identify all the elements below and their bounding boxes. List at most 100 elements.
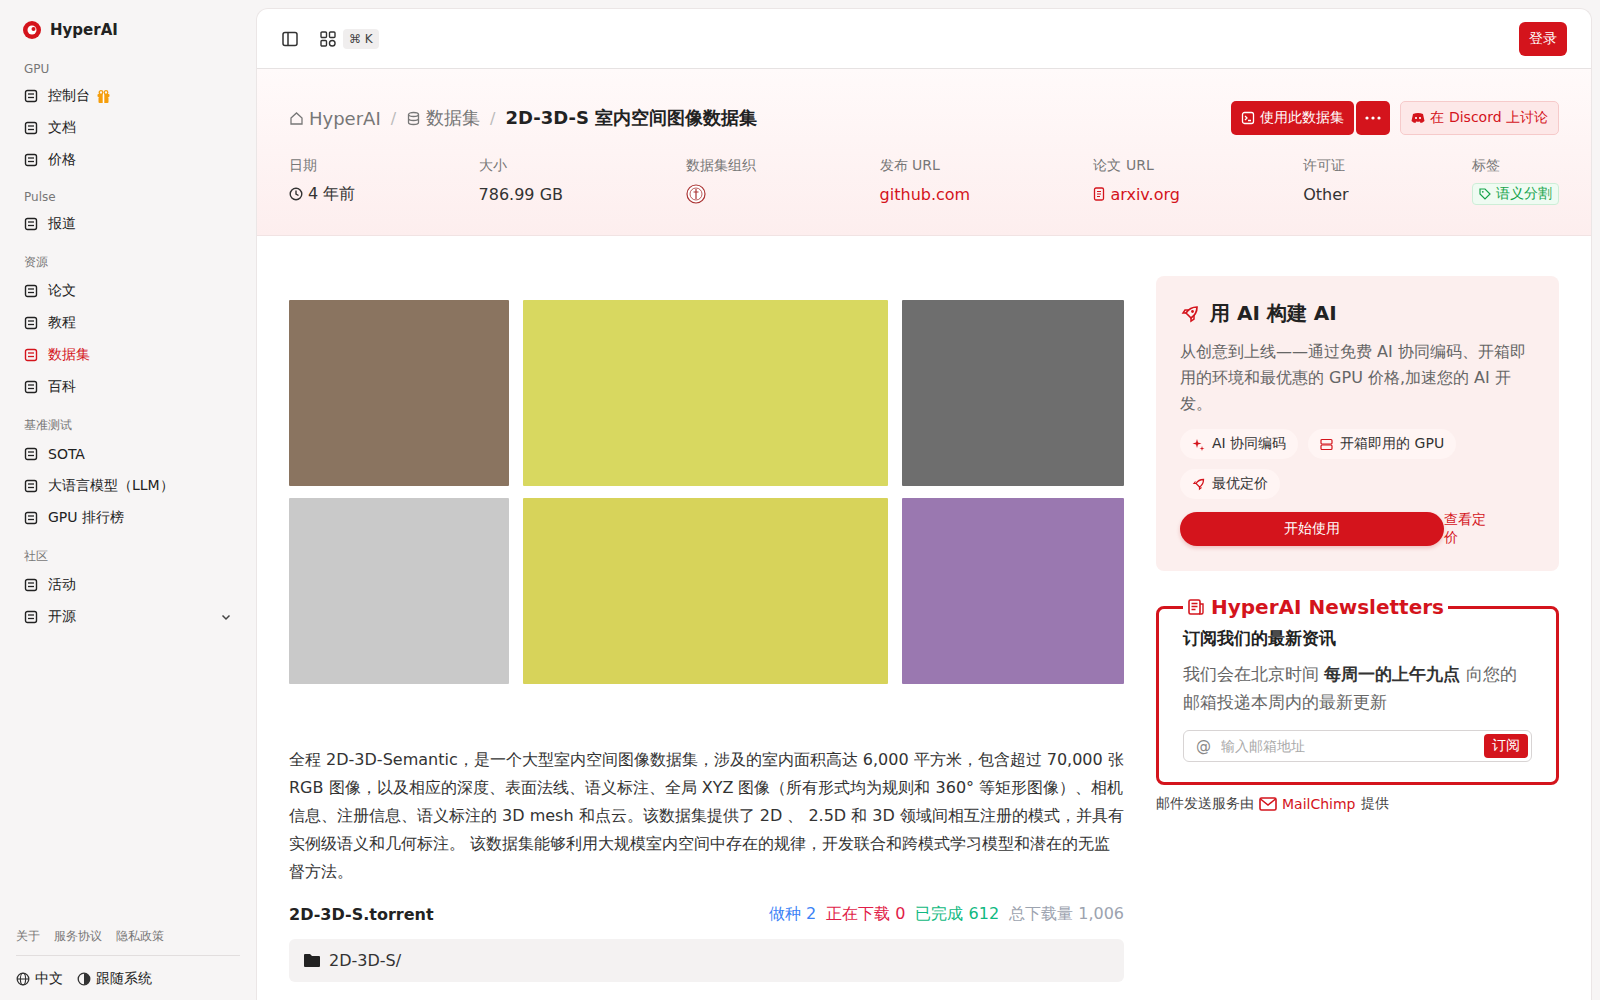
sidebar-nav: GPU控制台文档价格 Pulse报道资源论文教程数据集百科基准测试SOTA大语言模…: [16, 56, 240, 928]
meta-item: 许可证Other: [1303, 157, 1348, 205]
torrent-name[interactable]: 2D-3D-S.torrent: [289, 905, 434, 924]
page-icon: [24, 380, 38, 394]
main-panel: ⌘ K 登录 HyperAI / 数据集 / 2D-3D-S 室内空间图像数据集 使用…: [256, 8, 1592, 1000]
document-icon: [1093, 187, 1105, 201]
globe-icon: [16, 972, 30, 986]
meta-item: 日期4 年前: [289, 157, 355, 205]
meta-item: 标签 语义分割: [1472, 157, 1559, 205]
meta-item: 大小786.99 GB: [479, 157, 563, 205]
footer-link[interactable]: 关于: [16, 928, 40, 945]
sidebar-section: Pulse报道: [16, 184, 240, 240]
home-icon: [289, 111, 304, 126]
sidebar-item[interactable]: 论文: [16, 275, 240, 307]
gift-icon: [96, 89, 111, 104]
page-icon: [24, 511, 38, 525]
breadcrumb-separator: /: [490, 109, 495, 128]
paper-url-link[interactable]: arxiv.org: [1110, 185, 1179, 204]
page-icon: [24, 284, 38, 298]
sidebar-item[interactable]: 大语言模型（LLM）: [16, 470, 240, 502]
server-icon: [1320, 438, 1333, 451]
newsletter-title: HyperAI Newsletters: [1183, 595, 1448, 619]
page-icon: [24, 447, 38, 461]
dataset-preview-image: [289, 258, 1124, 728]
page-icon: [24, 610, 38, 624]
dataset-meta: 日期4 年前大小786.99 GB数据集组织发布 URLgithub.com论文…: [289, 157, 1559, 205]
section-title: GPU: [16, 56, 240, 80]
feature-chip: AI 协同编码: [1180, 429, 1298, 459]
sidebar-section: 基准测试SOTA大语言模型（LLM）GPU 排行榜: [16, 411, 240, 534]
torrent-stat: 已完成 612: [915, 904, 999, 925]
login-button[interactable]: 登录: [1519, 22, 1567, 56]
mailchimp-link[interactable]: MailChimp: [1282, 796, 1356, 812]
torrent-stat: 总下载量 1,006: [1009, 904, 1124, 925]
sidebar-item[interactable]: 数据集: [16, 339, 240, 371]
feature-chip: 开箱即用的 GPU: [1308, 429, 1456, 459]
breadcrumb-separator: /: [391, 109, 396, 128]
file-row[interactable]: 2D-3D-S/: [303, 951, 1110, 970]
page-icon: [24, 578, 38, 592]
sidebar-section: GPU控制台文档价格: [16, 56, 240, 176]
page-icon: [24, 217, 38, 231]
email-input[interactable]: [1219, 737, 1476, 755]
mail-provider-note: 邮件发送服务由 MailChimp 提供: [1156, 795, 1559, 813]
email-field[interactable]: @订阅: [1183, 730, 1532, 762]
breadcrumb-item[interactable]: 数据集: [406, 106, 480, 130]
start-button[interactable]: 开始使用: [1180, 512, 1444, 546]
page-icon: [24, 153, 38, 167]
sidebar-item[interactable]: 价格: [16, 144, 240, 176]
file-list: 2D-3D-S/: [289, 939, 1124, 982]
breadcrumb-item[interactable]: HyperAI: [289, 108, 381, 129]
content: 全程 2D-3D-Semantic，是一个大型室内空间图像数据集，涉及的室内面积…: [257, 236, 1591, 1000]
tag-icon: [1479, 188, 1491, 200]
use-dataset-button[interactable]: 使用此数据集: [1231, 101, 1354, 135]
sidebar-item[interactable]: 文档: [16, 112, 240, 144]
more-icon: [1365, 116, 1381, 120]
chevron-down-icon: [220, 611, 232, 623]
promo-card: 用 AI 构建 AI从创意到上线——通过免费 AI 协同编码、开箱即用的环境和最…: [1156, 276, 1559, 571]
sparkle-icon: [1192, 438, 1205, 451]
release-url-link[interactable]: github.com: [880, 185, 971, 204]
sidebar-item[interactable]: GPU 排行榜: [16, 502, 240, 534]
theme-button[interactable]: 跟随系统: [77, 970, 152, 988]
meta-item: 数据集组织: [686, 157, 756, 205]
sidebar-item[interactable]: 百科: [16, 371, 240, 403]
newspaper-icon: [1187, 598, 1205, 616]
breadcrumb: HyperAI / 数据集 / 2D-3D-S 室内空间图像数据集: [289, 106, 757, 130]
footer-link[interactable]: 服务协议: [54, 928, 102, 945]
sidebar-toggle-icon[interactable]: [281, 30, 299, 48]
language-button[interactable]: 中文: [16, 970, 63, 988]
newsletter-card: HyperAI Newsletters订阅我们的最新资讯我们会在北京时间 每周一…: [1156, 595, 1559, 785]
dataset-description: 全程 2D-3D-Semantic，是一个大型室内空间图像数据集，涉及的室内面积…: [289, 746, 1124, 886]
rocket-icon: [1192, 478, 1205, 491]
discord-button[interactable]: 在 Discord 上讨论: [1400, 101, 1559, 135]
apps-icon[interactable]: [319, 30, 337, 48]
sidebar-section: 资源论文教程数据集百科: [16, 248, 240, 403]
meta-item: 发布 URLgithub.com: [880, 157, 971, 205]
tag[interactable]: 语义分割: [1472, 183, 1559, 205]
more-button[interactable]: [1356, 101, 1390, 135]
organization-logo-icon[interactable]: [686, 184, 706, 204]
logo[interactable]: HyperAI: [16, 18, 240, 42]
sidebar-item[interactable]: 教程: [16, 307, 240, 339]
page-icon: [24, 121, 38, 135]
feature-chip: 最优定价: [1180, 469, 1280, 499]
pricing-link[interactable]: 查看定价: [1444, 511, 1499, 547]
dataset-header: HyperAI / 数据集 / 2D-3D-S 室内空间图像数据集 使用此数据集 在…: [257, 69, 1591, 236]
page-icon: [24, 89, 38, 103]
sidebar-item[interactable]: 活动: [16, 569, 240, 601]
torrent-header: 2D-3D-S.torrent做种 2正在下载 0已完成 612总下载量 1,0…: [289, 904, 1124, 925]
app: HyperAI GPU控制台文档价格 Pulse报道资源论文教程数据集百科基准测试S…: [0, 0, 1600, 1000]
mail-icon: [1259, 797, 1277, 811]
terminal-icon: [1241, 111, 1255, 125]
logo-icon: [22, 20, 42, 40]
sidebar-footer: 关于服务协议隐私政策 中文 跟随系统: [16, 928, 240, 988]
sidebar-item[interactable]: 控制台: [16, 80, 240, 112]
rocket-icon: [1180, 304, 1200, 324]
footer-link[interactable]: 隐私政策: [116, 928, 164, 945]
shortcut-key: ⌘ K: [343, 29, 379, 49]
breadcrumb-item: 2D-3D-S 室内空间图像数据集: [506, 106, 758, 130]
subscribe-button[interactable]: 订阅: [1484, 734, 1528, 758]
sidebar-item[interactable]: 开源: [16, 601, 240, 633]
sidebar-item[interactable]: SOTA: [16, 438, 240, 470]
sidebar-item[interactable]: 报道: [16, 208, 240, 240]
